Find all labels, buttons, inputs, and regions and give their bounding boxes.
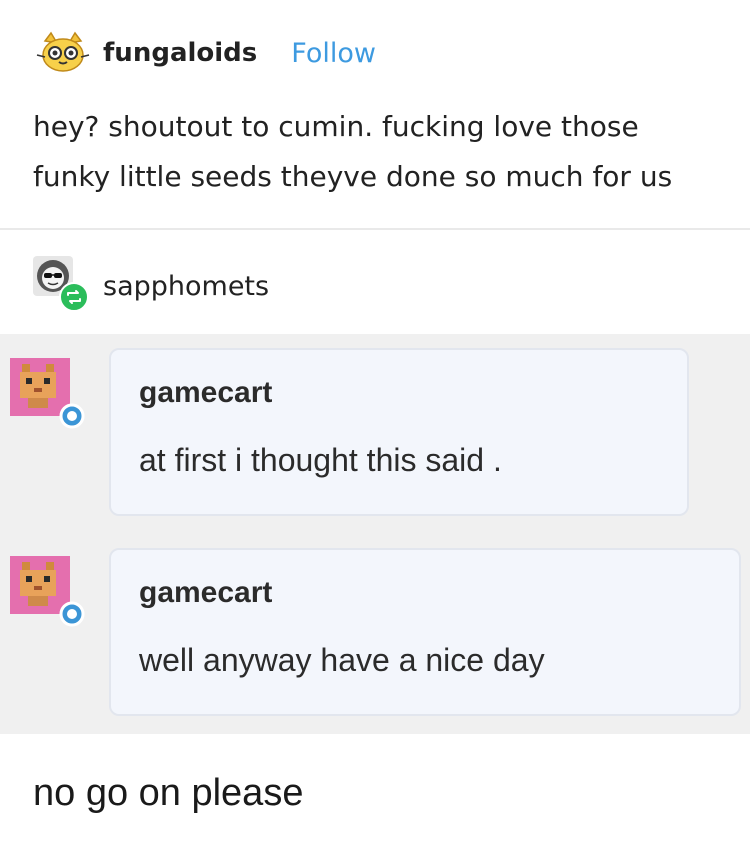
reblog-caption: no go on please (33, 772, 304, 814)
cat-face-icon[interactable] (33, 31, 93, 75)
comment-text: well anyway have a nice day (139, 642, 545, 678)
sunglasses-face-icon[interactable] (33, 256, 95, 316)
reblog-icon (59, 282, 89, 316)
reblog-header: sapphomets (33, 256, 269, 312)
divider (0, 228, 750, 230)
comment-text: at first i thought this said . (139, 442, 502, 478)
post-username[interactable]: fungaloids (103, 38, 257, 68)
follow-button[interactable]: Follow (291, 38, 376, 69)
comment-bubble: gamecart well anyway have a nice day (109, 548, 741, 716)
cat-pixel-icon[interactable] (10, 556, 86, 628)
post-text-line: funky little seeds theyve done so much f… (33, 160, 673, 193)
comment-bubble: gamecart at first i thought this said . (109, 348, 689, 516)
comment-username[interactable]: gamecart (139, 576, 272, 610)
post-header: fungaloids Follow (33, 28, 376, 78)
post-text-line: hey? shoutout to cumin. fucking love tho… (33, 110, 639, 143)
reblog-username[interactable]: sapphomets (103, 271, 269, 302)
cat-pixel-icon[interactable] (10, 358, 86, 430)
embedded-screenshot: gamecart at first i thought this said . … (0, 334, 750, 734)
post-body: hey? shoutout to cumin. fucking love tho… (33, 102, 733, 202)
comment-username[interactable]: gamecart (139, 376, 272, 410)
